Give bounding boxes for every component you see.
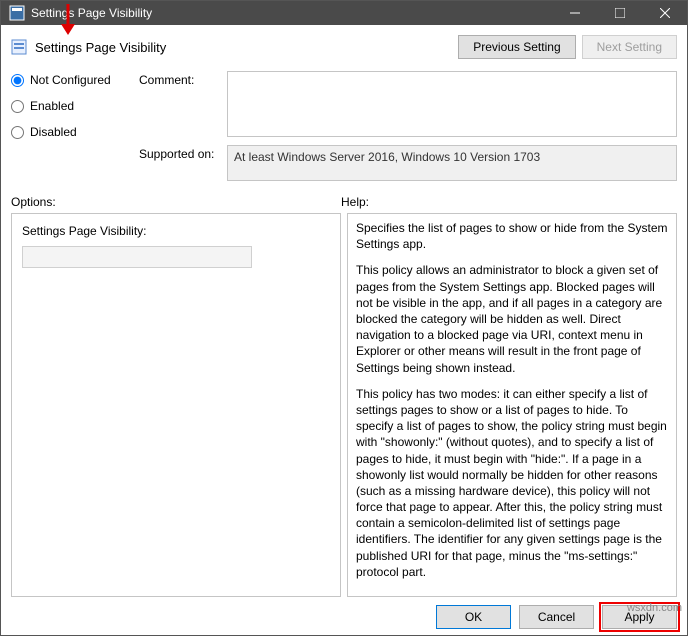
window-title: Settings Page Visibility xyxy=(31,6,552,20)
content-area: Settings Page Visibility Previous Settin… xyxy=(1,25,687,635)
policy-icon xyxy=(11,39,27,55)
minimize-button[interactable] xyxy=(552,1,597,25)
annotation-arrow-icon xyxy=(58,2,78,36)
supported-on-label: Supported on: xyxy=(139,145,219,161)
help-text-p1: Specifies the list of pages to show or h… xyxy=(356,220,668,252)
maximize-button[interactable] xyxy=(597,1,642,25)
disabled-label: Disabled xyxy=(30,125,77,139)
disabled-radio[interactable]: Disabled xyxy=(11,125,131,139)
settings-page-visibility-input[interactable] xyxy=(22,246,252,268)
help-panel[interactable]: Specifies the list of pages to show or h… xyxy=(347,213,677,597)
disabled-radio-input[interactable] xyxy=(11,126,24,139)
comment-label: Comment: xyxy=(139,71,219,87)
footer: OK Cancel Apply xyxy=(11,597,677,629)
ok-button[interactable]: OK xyxy=(436,605,511,629)
help-label: Help: xyxy=(341,195,369,209)
comment-textarea[interactable] xyxy=(227,71,677,137)
help-text-p3: This policy has two modes: it can either… xyxy=(356,386,668,580)
options-label: Options: xyxy=(11,195,341,209)
titlebar: Settings Page Visibility xyxy=(1,1,687,25)
not-configured-label: Not Configured xyxy=(30,73,111,87)
policy-title: Settings Page Visibility xyxy=(35,40,458,55)
options-panel: Settings Page Visibility: xyxy=(11,213,341,597)
enabled-radio[interactable]: Enabled xyxy=(11,99,131,113)
options-field-label: Settings Page Visibility: xyxy=(22,224,330,238)
close-button[interactable] xyxy=(642,1,687,25)
next-setting-button[interactable]: Next Setting xyxy=(582,35,677,59)
help-text-p2: This policy allows an administrator to b… xyxy=(356,262,668,375)
supported-on-text: At least Windows Server 2016, Windows 10… xyxy=(234,150,540,164)
enabled-radio-input[interactable] xyxy=(11,100,24,113)
enabled-label: Enabled xyxy=(30,99,74,113)
window-frame: Settings Page Visibility Settings Page V… xyxy=(0,0,688,636)
previous-setting-button[interactable]: Previous Setting xyxy=(458,35,575,59)
supported-on-box: At least Windows Server 2016, Windows 10… xyxy=(227,145,677,181)
app-icon xyxy=(9,5,25,21)
not-configured-radio-input[interactable] xyxy=(11,74,24,87)
cancel-button[interactable]: Cancel xyxy=(519,605,594,629)
header-row: Settings Page Visibility Previous Settin… xyxy=(11,35,677,59)
not-configured-radio[interactable]: Not Configured xyxy=(11,73,131,87)
watermark: wsxdn.com xyxy=(627,602,682,614)
